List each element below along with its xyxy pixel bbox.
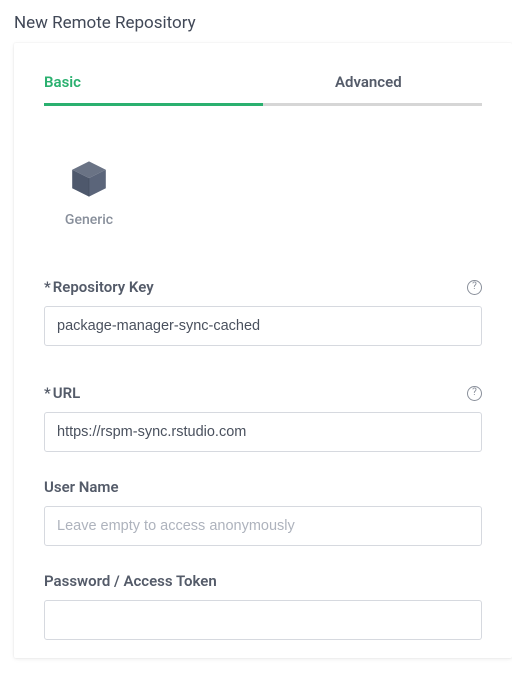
field-repository-key: *Repository Key ? [44,278,482,346]
user-name-input[interactable] [44,506,482,546]
url-input[interactable] [44,412,482,452]
field-password: Password / Access Token [44,572,482,640]
url-label: *URL [44,384,80,402]
field-url: *URL ? [44,384,482,452]
page-title: New Remote Repository [0,0,512,43]
help-icon[interactable]: ? [467,280,482,295]
required-star: * [44,384,51,402]
tabs: Basic Advanced [14,43,512,106]
tab-advanced[interactable]: Advanced [263,73,482,106]
repository-key-label-text: Repository Key [53,278,154,296]
repository-key-label: *Repository Key [44,278,154,296]
required-star: * [44,278,51,296]
generic-cube-icon [68,158,110,200]
url-label-text: URL [53,384,81,402]
repository-key-input[interactable] [44,306,482,346]
form-content: Generic *Repository Key ? *URL ? User [14,106,512,658]
password-input[interactable] [44,600,482,640]
user-name-label: User Name [44,478,119,496]
package-type-generic[interactable]: Generic [44,136,134,240]
field-user-name: User Name [44,478,482,546]
tab-basic[interactable]: Basic [44,73,263,106]
form-card: Basic Advanced Generic *Repository Key ? [14,43,512,658]
help-icon[interactable]: ? [467,386,482,401]
password-label: Password / Access Token [44,572,217,590]
package-type-label: Generic [65,212,113,228]
